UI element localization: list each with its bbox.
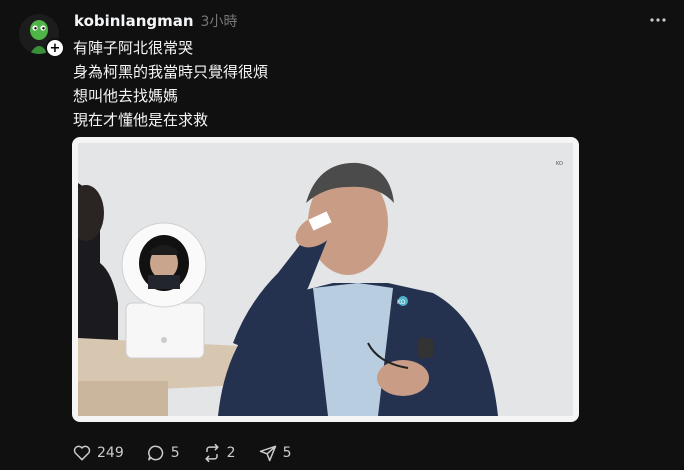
follow-button[interactable]: + (45, 38, 65, 58)
more-button[interactable] (650, 12, 666, 28)
post-line: 想叫他去找媽媽 (73, 87, 179, 105)
action-bar: 249 5 2 5 (72, 442, 314, 464)
share-count: 5 (282, 445, 292, 461)
plus-icon: + (49, 40, 61, 56)
like-button[interactable]: 249 (72, 443, 124, 463)
post-header: kobinlangman 3小時 (74, 10, 237, 32)
post-line: 有陣子阿北很常哭 (73, 39, 194, 57)
post-line: 現在才懂他是在求救 (73, 111, 209, 129)
more-horizontal-icon (650, 18, 666, 22)
post-time[interactable]: 3小時 (201, 11, 238, 31)
comment-count: 5 (170, 445, 180, 461)
repost-icon (205, 443, 219, 463)
send-icon (259, 445, 276, 462)
repost-button[interactable]: 2 (202, 443, 236, 463)
comment-icon (147, 445, 163, 461)
comment-button[interactable]: 5 (146, 443, 180, 463)
repost-count: 2 (226, 445, 236, 461)
post-line: 身為柯黑的我當時只覺得很煩 (73, 63, 269, 81)
post-text: 有陣子阿北很常哭 身為柯黑的我當時只覺得很煩 想叫他去找媽媽 現在才懂他是在求救 (73, 36, 268, 132)
share-button[interactable]: 5 (258, 443, 292, 463)
avatar-container[interactable]: + (19, 14, 65, 58)
image-watermark: KO (556, 161, 563, 167)
heart-icon (73, 445, 91, 461)
post-image[interactable]: KO KO (72, 137, 579, 422)
like-count: 249 (97, 445, 124, 461)
username[interactable]: kobinlangman (74, 12, 194, 30)
svg-text:KO: KO (397, 299, 406, 306)
post-photo: KO KO (78, 143, 573, 416)
